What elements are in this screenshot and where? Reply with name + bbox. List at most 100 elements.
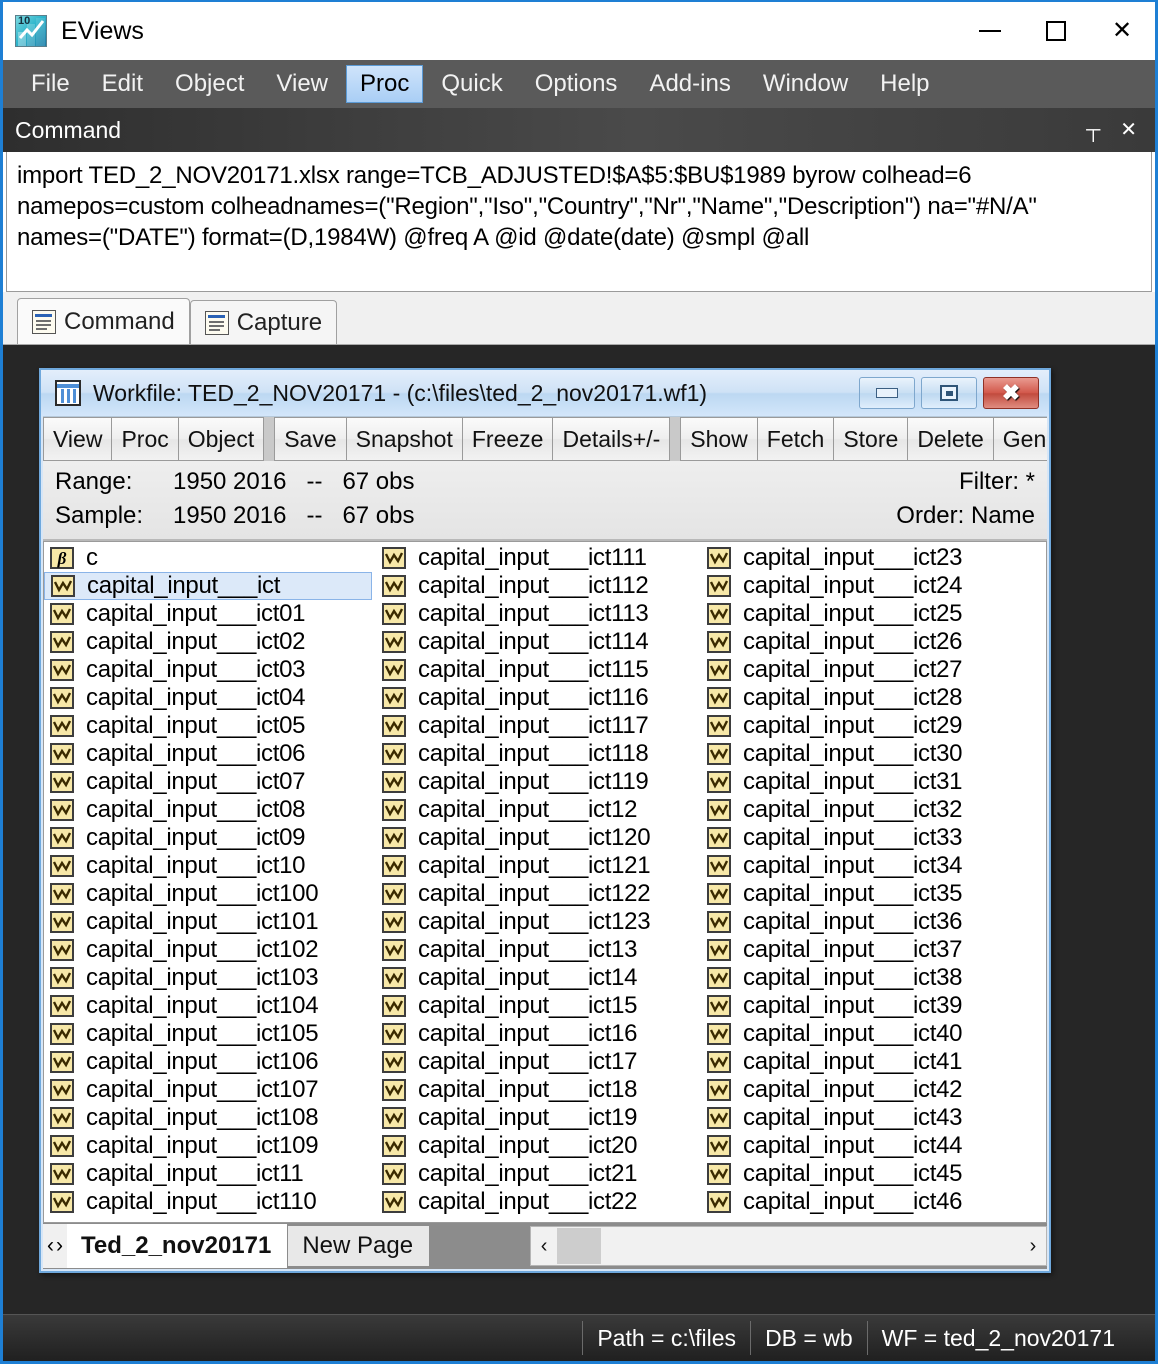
menu-item-file[interactable]: File — [17, 65, 84, 103]
object-list-item[interactable]: capital_input___ict112 — [376, 572, 701, 600]
object-list-item[interactable]: capital_input___ict105 — [44, 1020, 376, 1048]
object-list-item[interactable]: capital_input___ict24 — [701, 572, 1033, 600]
object-list-item[interactable]: capital_input___ict21 — [376, 1160, 701, 1188]
toolbar-button-freeze[interactable]: Freeze — [462, 417, 554, 461]
workfile-close-button[interactable]: ✖ — [983, 377, 1039, 409]
object-list-item[interactable]: capital_input___ict16 — [376, 1020, 701, 1048]
toolbar-button-view[interactable]: View — [43, 417, 113, 461]
scrollbar-thumb[interactable] — [557, 1228, 602, 1264]
object-list-item[interactable]: capital_input___ict35 — [701, 880, 1033, 908]
minimize-button[interactable] — [957, 2, 1023, 60]
object-list-item[interactable]: capital_input___ict39 — [701, 992, 1033, 1020]
object-list-item[interactable]: capital_input___ict07 — [44, 768, 376, 796]
object-list-item[interactable]: capital_input___ict119 — [376, 768, 701, 796]
page-tab-ted2nov20171[interactable]: Ted_2_nov20171 — [67, 1224, 289, 1268]
object-list-item[interactable]: capital_input___ict05 — [44, 712, 376, 740]
object-list-item[interactable]: capital_input___ict15 — [376, 992, 701, 1020]
object-list-item[interactable]: capital_input___ict117 — [376, 712, 701, 740]
object-list-item[interactable]: capital_input___ict41 — [701, 1048, 1033, 1076]
object-list-item[interactable]: capital_input___ict11 — [44, 1160, 376, 1188]
page-next-icon[interactable]: › — [56, 1234, 63, 1258]
object-list-item[interactable]: capital_input___ict17 — [376, 1048, 701, 1076]
object-list-item[interactable]: capital_input___ict01 — [44, 600, 376, 628]
object-list-item[interactable]: capital_input___ict23 — [701, 544, 1033, 572]
menu-item-help[interactable]: Help — [866, 65, 943, 103]
object-list-item[interactable]: capital_input___ict43 — [701, 1104, 1033, 1132]
workfile-restore-button[interactable] — [921, 377, 977, 409]
object-list-item[interactable]: capital_input___ict10 — [44, 852, 376, 880]
toolbar-button-genr[interactable]: Genr — [993, 417, 1047, 461]
object-list-item[interactable]: capital_input___ict120 — [376, 824, 701, 852]
toolbar-button-proc[interactable]: Proc — [112, 417, 179, 461]
object-list-item[interactable]: βc — [44, 544, 376, 572]
menu-item-proc[interactable]: Proc — [346, 65, 424, 103]
menu-item-object[interactable]: Object — [161, 65, 258, 103]
object-list-item[interactable]: capital_input___ict26 — [701, 628, 1033, 656]
object-list-item[interactable]: capital_input___ict113 — [376, 600, 701, 628]
object-list-item[interactable]: capital_input___ict13 — [376, 936, 701, 964]
object-list-item[interactable]: capital_input___ict111 — [376, 544, 701, 572]
object-list-item[interactable]: capital_input___ict18 — [376, 1076, 701, 1104]
object-list-item[interactable]: capital_input___ict106 — [44, 1048, 376, 1076]
object-list-item[interactable]: capital_input___ict12 — [376, 796, 701, 824]
object-list-item[interactable]: capital_input___ict25 — [701, 600, 1033, 628]
tab-capture[interactable]: Capture — [189, 300, 338, 344]
menu-item-options[interactable]: Options — [521, 65, 632, 103]
menu-item-quick[interactable]: Quick — [427, 65, 516, 103]
toolbar-button-details[interactable]: Details+/- — [553, 417, 671, 461]
tab-command[interactable]: Command — [17, 298, 190, 344]
toolbar-button-store[interactable]: Store — [834, 417, 909, 461]
object-list-item[interactable]: capital_input___ict100 — [44, 880, 376, 908]
close-icon[interactable]: ✕ — [1120, 120, 1137, 140]
object-list-item[interactable]: capital_input___ict14 — [376, 964, 701, 992]
page-prev-icon[interactable]: ‹ — [47, 1234, 54, 1258]
object-list-item[interactable]: capital_input___ict40 — [701, 1020, 1033, 1048]
object-list-item[interactable]: capital_input___ict31 — [701, 768, 1033, 796]
horizontal-scrollbar[interactable]: ‹ › — [530, 1226, 1047, 1266]
object-list-item[interactable]: capital_input___ict115 — [376, 656, 701, 684]
object-list-item[interactable]: capital_input___ict38 — [701, 964, 1033, 992]
pin-icon[interactable]: ┬ — [1086, 120, 1100, 140]
menu-item-edit[interactable]: Edit — [88, 65, 157, 103]
object-list-item[interactable]: capital_input___ict109 — [44, 1132, 376, 1160]
object-list-item[interactable]: capital_input___ict09 — [44, 824, 376, 852]
toolbar-button-fetch[interactable]: Fetch — [757, 417, 835, 461]
object-list-item[interactable]: capital_input___ict02 — [44, 628, 376, 656]
toolbar-button-save[interactable]: Save — [274, 417, 347, 461]
toolbar-button-delete[interactable]: Delete — [908, 417, 994, 461]
object-list-item[interactable]: capital_input___ict — [44, 572, 372, 600]
toolbar-button-object[interactable]: Object — [178, 417, 265, 461]
object-list-item[interactable]: capital_input___ict19 — [376, 1104, 701, 1132]
object-list-item[interactable]: capital_input___ict44 — [701, 1132, 1033, 1160]
object-list-item[interactable]: capital_input___ict116 — [376, 684, 701, 712]
object-list-item[interactable]: capital_input___ict102 — [44, 936, 376, 964]
workfile-object-list[interactable]: β c capital_input___ict capital_input___ict… — [43, 541, 1047, 1223]
object-list-item[interactable]: capital_input___ict37 — [701, 936, 1033, 964]
object-list-item[interactable]: capital_input___ict104 — [44, 992, 376, 1020]
object-list-item[interactable]: capital_input___ict22 — [376, 1188, 701, 1216]
object-list-item[interactable]: capital_input___ict04 — [44, 684, 376, 712]
object-list-item[interactable]: capital_input___ict08 — [44, 796, 376, 824]
page-tab-new-page[interactable]: New Page — [288, 1226, 431, 1266]
object-list-item[interactable]: capital_input___ict29 — [701, 712, 1033, 740]
object-list-item[interactable]: capital_input___ict103 — [44, 964, 376, 992]
toolbar-button-snapshot[interactable]: Snapshot — [346, 417, 463, 461]
object-list-item[interactable]: capital_input___ict121 — [376, 852, 701, 880]
object-list-item[interactable]: capital_input___ict122 — [376, 880, 701, 908]
menu-item-addins[interactable]: Add-ins — [635, 65, 744, 103]
scroll-right-icon[interactable]: › — [1020, 1235, 1046, 1258]
object-list-item[interactable]: capital_input___ict108 — [44, 1104, 376, 1132]
close-button[interactable]: ✕ — [1089, 2, 1155, 60]
object-list-item[interactable]: capital_input___ict123 — [376, 908, 701, 936]
object-list-item[interactable]: capital_input___ict27 — [701, 656, 1033, 684]
command-input-area[interactable]: import TED_2_NOV20171.xlsx range=TCB_ADJ… — [6, 152, 1152, 292]
object-list-item[interactable]: capital_input___ict107 — [44, 1076, 376, 1104]
workfile-minimize-button[interactable] — [859, 377, 915, 409]
object-list-item[interactable]: capital_input___ict101 — [44, 908, 376, 936]
toolbar-button-show[interactable]: Show — [680, 417, 758, 461]
menu-item-window[interactable]: Window — [749, 65, 862, 103]
scroll-left-icon[interactable]: ‹ — [531, 1235, 557, 1258]
object-list-item[interactable]: capital_input___ict33 — [701, 824, 1033, 852]
object-list-item[interactable]: capital_input___ict46 — [701, 1188, 1033, 1216]
object-list-item[interactable]: capital_input___ict32 — [701, 796, 1033, 824]
